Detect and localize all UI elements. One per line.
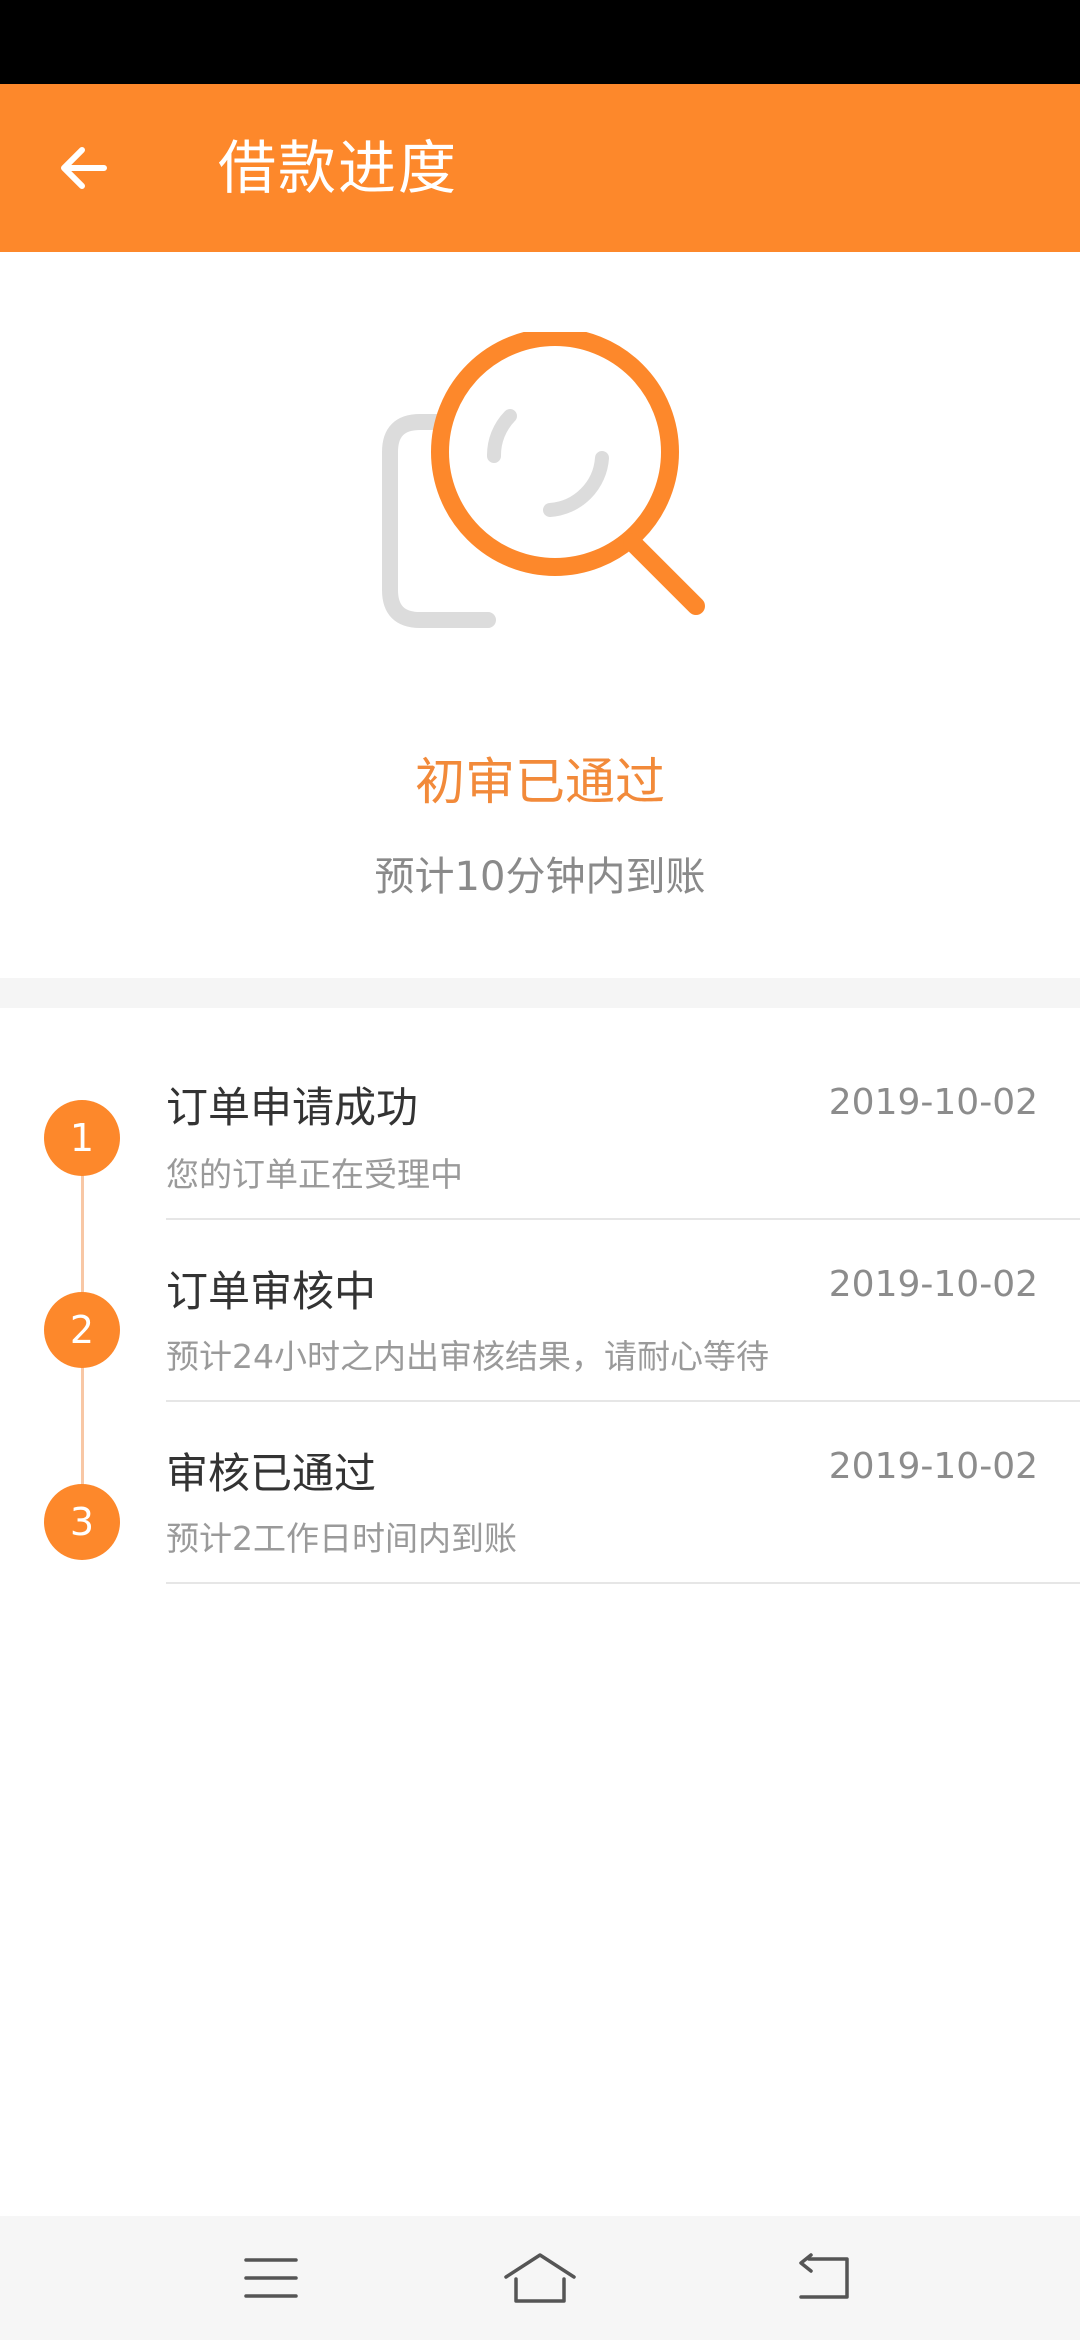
status-panel: 初审已通过 预计10分钟内到账 (0, 252, 1080, 978)
timeline-step: 2 订单审核中 2019-10-02 预计24小时之内出审核结果，请耐心等待 (0, 1190, 1080, 1402)
magnifier-document-icon (382, 332, 705, 628)
step-description: 预计2工作日时间内到账 (166, 1519, 517, 1558)
step-number-badge: 2 (44, 1292, 120, 1368)
step-title: 订单审核中 (166, 1267, 377, 1316)
status-subtitle: 预计10分钟内到账 (374, 854, 706, 900)
page-title: 借款进度 (218, 134, 459, 202)
timeline-step: 1 订单申请成功 2019-10-02 您的订单正在受理中 (0, 1008, 1080, 1220)
status-title: 初审已通过 (415, 753, 665, 811)
step-date: 2019-10-02 (828, 1264, 1038, 1305)
back-icon (799, 2253, 849, 2299)
section-divider (0, 978, 1080, 1008)
timeline-step: 3 审核已通过 2019-10-02 预计2工作日时间内到账 (0, 1372, 1080, 1584)
step-number-badge: 1 (44, 1100, 120, 1176)
back-button[interactable] (44, 120, 124, 216)
step-title: 审核已通过 (166, 1449, 377, 1498)
arrow-left-icon (61, 147, 107, 189)
step-divider (166, 1582, 1080, 1584)
progress-timeline: 1 订单申请成功 2019-10-02 您的订单正在受理中 2 订单审核中 20… (0, 1008, 1080, 1584)
step-title: 订单申请成功 (166, 1083, 419, 1132)
step-description: 您的订单正在受理中 (166, 1155, 463, 1194)
nav-home-button[interactable] (480, 2238, 600, 2318)
menu-icon (244, 2258, 298, 2298)
app-bar: 借款进度 (0, 84, 1080, 252)
step-description: 预计24小时之内出审核结果，请耐心等待 (166, 1337, 769, 1376)
home-icon (504, 2253, 576, 2303)
system-nav-bar (0, 2216, 1080, 2340)
step-date: 2019-10-02 (828, 1082, 1038, 1123)
nav-back-button[interactable] (763, 2238, 883, 2318)
status-bar (0, 0, 1080, 84)
step-number-badge: 3 (44, 1484, 120, 1560)
step-date: 2019-10-02 (828, 1446, 1038, 1487)
nav-menu-button[interactable] (211, 2238, 331, 2318)
